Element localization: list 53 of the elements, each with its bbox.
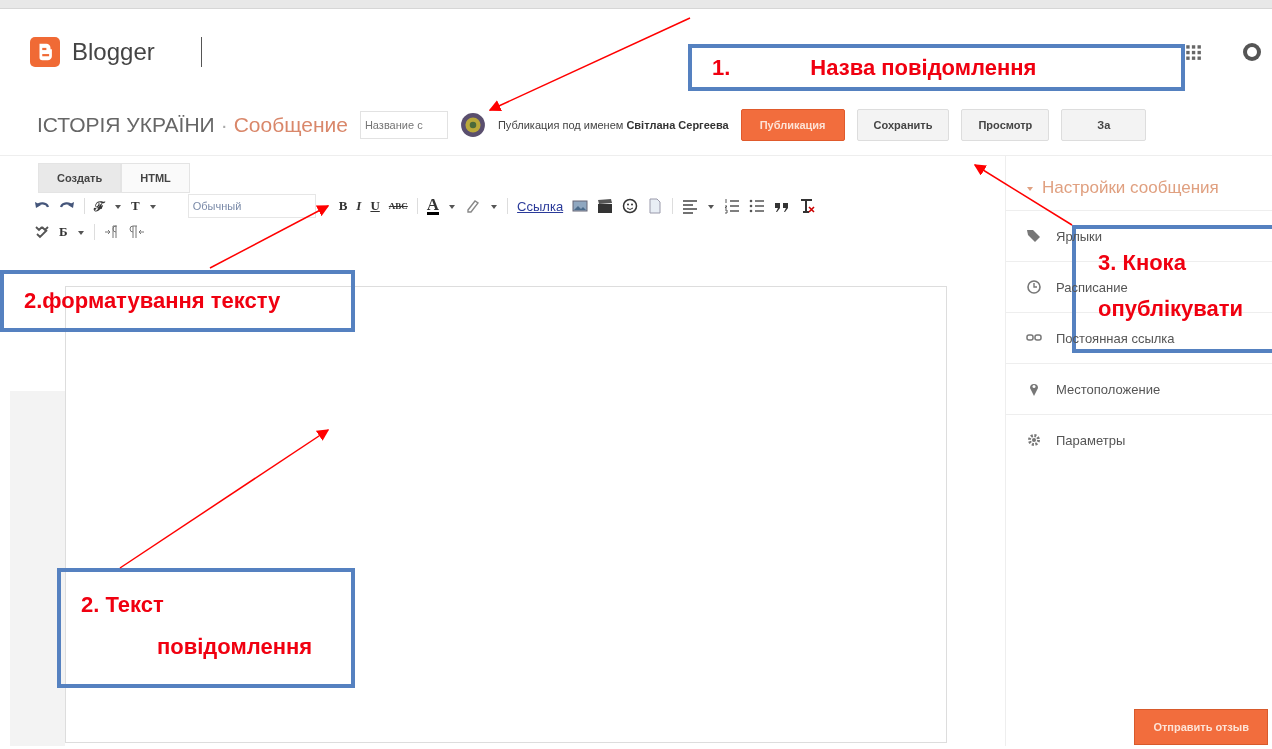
action-button[interactable]: Просмотр <box>961 109 1050 141</box>
image-icon[interactable] <box>572 198 589 214</box>
style-select[interactable]: Обычный <box>187 194 316 218</box>
callout-text: 2.форматування тексту <box>24 288 281 314</box>
spellcheck-icon[interactable] <box>34 224 50 240</box>
author-text: Публикация под именем Світлана Сергеева <box>497 119 729 131</box>
callout-text: 2. Текст <box>81 592 165 618</box>
settings-item[interactable]: Параметры <box>1056 432 1126 448</box>
text-color-button[interactable]: A <box>426 197 440 215</box>
align-icon[interactable] <box>682 198 699 214</box>
post-title-field[interactable]: Название с <box>359 111 448 139</box>
account-avatar-icon[interactable] <box>1242 42 1262 62</box>
caret-icon[interactable] <box>490 202 499 210</box>
title-separator: · <box>220 113 228 137</box>
numbered-list-icon[interactable] <box>724 198 741 214</box>
font-button[interactable]: ℱ <box>94 197 105 215</box>
language-button[interactable]: Б <box>59 224 68 240</box>
caret-icon[interactable] <box>76 228 85 236</box>
clear-format-icon[interactable] <box>799 198 816 214</box>
caret-icon[interactable] <box>448 202 457 210</box>
action-button[interactable]: За <box>1061 109 1147 141</box>
caret-icon[interactable] <box>148 202 157 210</box>
blog-title: ІСТОРІЯ УКРАЇНИ <box>37 113 215 137</box>
caret-icon[interactable] <box>114 202 122 210</box>
page-title: Сообщение <box>233 113 348 137</box>
gear-icon[interactable] <box>1026 432 1042 448</box>
action-button[interactable]: Сохранить <box>856 109 950 141</box>
bullet-list-icon[interactable] <box>749 198 766 214</box>
callout-text: 3. Кнока <box>1098 251 1187 275</box>
smiley-icon[interactable] <box>622 198 639 214</box>
logo-text[interactable]: Blogger <box>72 38 155 66</box>
video-icon[interactable] <box>597 198 614 214</box>
editor-tab[interactable]: Создать <box>38 163 122 193</box>
italic-button[interactable]: I <box>356 198 362 214</box>
highlighter-icon[interactable] <box>465 198 482 214</box>
callout-text: Назва повідомлення <box>810 54 1037 81</box>
right-to-left-icon[interactable] <box>128 224 145 240</box>
caret-icon[interactable] <box>707 202 716 210</box>
callout-text: опублікувати <box>1098 297 1245 321</box>
underline-button[interactable]: U <box>370 198 380 214</box>
user-avatar-icon[interactable] <box>459 112 486 138</box>
strikethrough-button[interactable]: ABC <box>388 201 408 211</box>
settings-item[interactable]: Местоположение <box>1056 381 1161 397</box>
link-button[interactable]: Ссылка <box>517 198 564 214</box>
tag-icon[interactable] <box>1026 228 1042 244</box>
editor-tab[interactable]: HTML <box>121 163 190 193</box>
bold-button[interactable]: B <box>338 198 348 214</box>
clock-icon[interactable] <box>1026 279 1042 295</box>
callout-text: 1. <box>712 54 731 81</box>
callout-text: повідомлення <box>157 634 314 660</box>
apps-grid-icon[interactable] <box>1184 43 1202 61</box>
font-size-button[interactable]: T <box>131 198 140 214</box>
left-to-right-icon[interactable] <box>103 224 120 240</box>
